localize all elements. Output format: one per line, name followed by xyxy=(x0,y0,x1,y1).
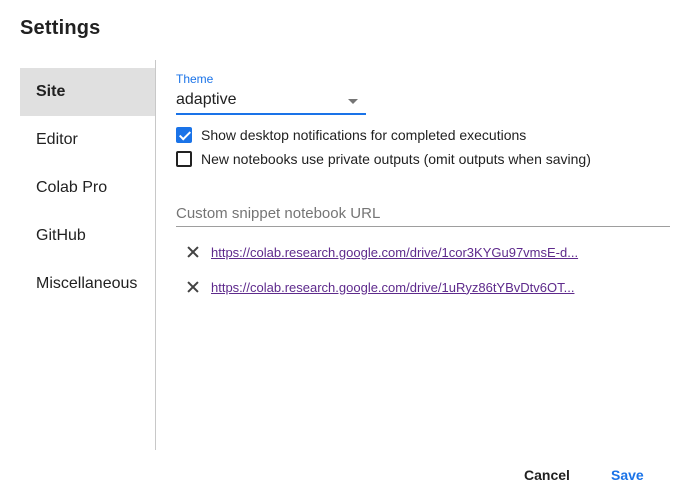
private-outputs-label: New notebooks use private outputs (omit … xyxy=(201,151,591,167)
sidebar-item-site[interactable]: Site xyxy=(20,68,155,116)
sidebar-item-editor[interactable]: Editor xyxy=(20,116,155,164)
dialog-title: Settings xyxy=(20,17,101,39)
snippet-url-placeholder: Custom snippet notebook URL xyxy=(176,205,381,222)
snippet-url-input[interactable]: Custom snippet notebook URL xyxy=(176,202,670,227)
sidebar-item-miscellaneous[interactable]: Miscellaneous xyxy=(20,260,155,308)
sidebar-divider xyxy=(155,60,156,450)
sidebar-item-colab-pro[interactable]: Colab Pro xyxy=(20,164,155,212)
snippet-row: https://colab.research.google.com/drive/… xyxy=(186,242,611,262)
sidebar-item-github[interactable]: GitHub xyxy=(20,212,155,260)
notifications-checkbox[interactable] xyxy=(176,127,192,143)
private-outputs-option[interactable]: New notebooks use private outputs (omit … xyxy=(176,149,591,169)
save-button[interactable]: Save xyxy=(605,465,650,485)
settings-sidebar: Site Editor Colab Pro GitHub Miscellaneo… xyxy=(20,68,155,308)
snippet-row: https://colab.research.google.com/drive/… xyxy=(186,277,611,297)
notifications-option[interactable]: Show desktop notifications for completed… xyxy=(176,125,526,145)
chevron-down-icon xyxy=(348,99,358,104)
snippet-link[interactable]: https://colab.research.google.com/drive/… xyxy=(211,280,611,295)
theme-value: adaptive xyxy=(176,91,237,108)
notifications-label: Show desktop notifications for completed… xyxy=(201,127,527,143)
close-icon[interactable] xyxy=(186,245,200,259)
close-icon[interactable] xyxy=(186,280,200,294)
private-outputs-checkbox[interactable] xyxy=(176,151,192,167)
settings-dialog: Settings Site Editor Colab Pro GitHub Mi… xyxy=(0,0,685,498)
snippet-link[interactable]: https://colab.research.google.com/drive/… xyxy=(211,245,611,260)
cancel-button[interactable]: Cancel xyxy=(518,465,576,485)
theme-label: Theme xyxy=(176,72,214,86)
theme-select[interactable]: adaptive xyxy=(176,89,366,115)
